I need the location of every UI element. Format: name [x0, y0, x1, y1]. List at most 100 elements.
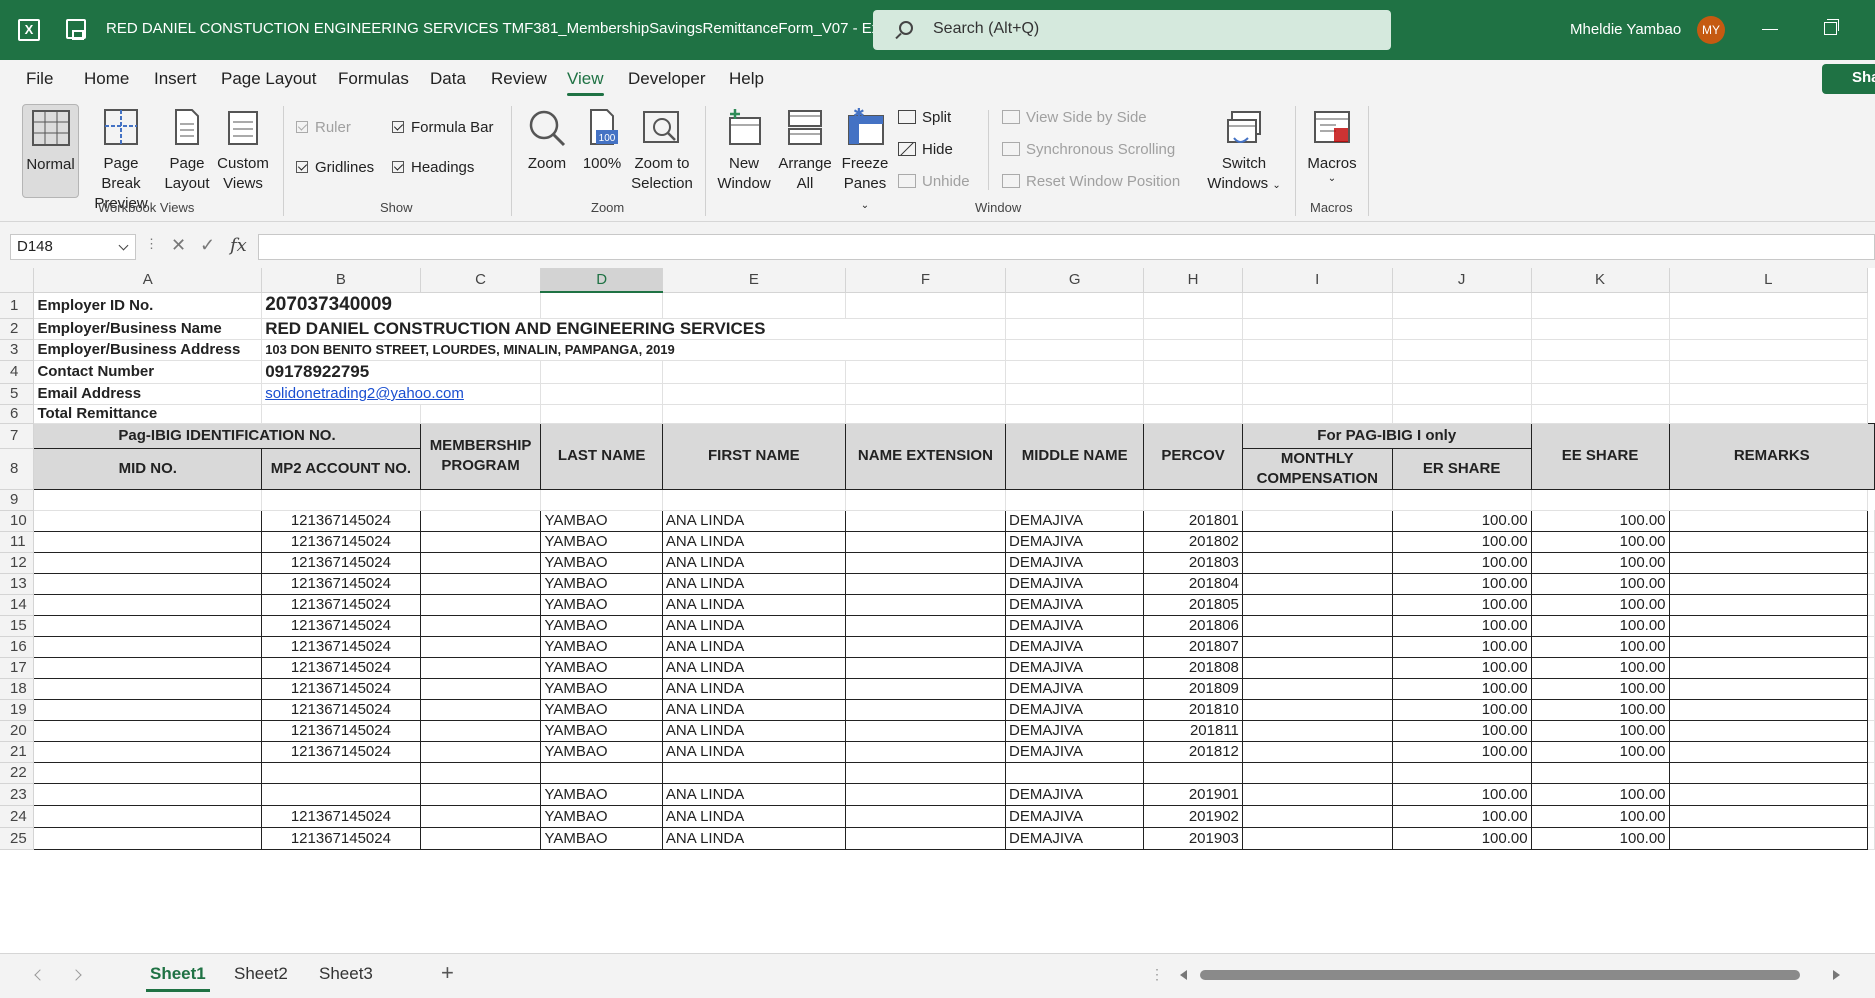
membership-cell[interactable] [420, 805, 542, 828]
name-extension-cell[interactable] [845, 636, 1007, 658]
headings-checkbox[interactable]: Headings [392, 159, 474, 176]
last-name-cell[interactable]: YAMBAO [540, 510, 663, 532]
cell[interactable] [1531, 383, 1670, 405]
cell[interactable] [1867, 594, 1875, 616]
er-share-cell[interactable]: 100.00 [1392, 552, 1532, 574]
column-header-f[interactable]: F [845, 268, 1007, 293]
cell[interactable] [1669, 339, 1869, 361]
cell[interactable] [845, 489, 1007, 511]
cell[interactable] [1392, 404, 1532, 424]
contact-value[interactable]: 09178922795 [261, 360, 542, 384]
ee-share-cell[interactable]: 100.00 [1531, 573, 1670, 595]
first-name-cell[interactable]: ANA LINDA [662, 720, 846, 742]
first-name-cell[interactable]: ANA LINDA [662, 699, 846, 721]
name-extension-cell[interactable] [845, 720, 1007, 742]
cell[interactable] [1005, 360, 1145, 384]
percov-cell[interactable]: 201812 [1143, 741, 1243, 763]
cell[interactable] [1005, 383, 1145, 405]
cell[interactable] [1669, 489, 1869, 511]
percov-cell[interactable]: 201803 [1143, 552, 1243, 574]
enter-check-icon[interactable]: ✓ [200, 235, 215, 256]
mp2-cell[interactable]: 121367145024 [261, 657, 421, 679]
column-header-k[interactable]: K [1531, 268, 1670, 293]
sheet-tab-sheet1[interactable]: Sheet1 [146, 964, 210, 992]
membership-cell[interactable] [420, 762, 542, 784]
column-header-a[interactable]: A [33, 268, 263, 293]
last-name-cell[interactable]: YAMBAO [540, 783, 663, 806]
membership-program-header[interactable]: MEMBERSHIP PROGRAM [419, 422, 542, 490]
pagibig-only-header[interactable]: For PAG-IBIG I only [1241, 422, 1532, 449]
column-header-i[interactable]: I [1242, 268, 1393, 293]
ee-share-cell[interactable]: 100.00 [1531, 531, 1670, 553]
middle-name-cell[interactable]: DEMAJIVA [1005, 783, 1145, 806]
remarks-cell[interactable] [1669, 762, 1869, 784]
name-extension-cell[interactable] [845, 531, 1007, 553]
percov-cell[interactable]: 201808 [1143, 657, 1243, 679]
ee-share-cell[interactable]: 100.00 [1531, 594, 1670, 616]
last-name-cell[interactable]: YAMBAO [540, 573, 663, 595]
mid-cell[interactable] [33, 636, 263, 658]
mp2-cell[interactable]: 121367145024 [261, 615, 421, 637]
first-name-cell[interactable]: ANA LINDA [662, 805, 846, 828]
monthly-comp-cell[interactable] [1242, 741, 1393, 763]
column-header-l[interactable]: L [1669, 268, 1869, 293]
er-share-cell[interactable]: 100.00 [1392, 657, 1532, 679]
tab-developer[interactable]: Developer [628, 69, 706, 89]
cell[interactable] [1143, 318, 1243, 340]
save-icon[interactable] [66, 19, 86, 40]
mid-cell[interactable] [33, 510, 263, 532]
tab-page-layout[interactable]: Page Layout [221, 69, 316, 89]
hide-button[interactable]: Hide [898, 141, 953, 158]
remarks-header[interactable]: REMARKS [1668, 422, 1875, 490]
ee-share-cell[interactable]: 100.00 [1531, 699, 1670, 721]
middle-name-cell[interactable]: DEMAJIVA [1005, 699, 1145, 721]
zoom-button[interactable]: Zoom [524, 104, 570, 174]
mid-cell[interactable] [33, 573, 263, 595]
row-header[interactable]: 11 [0, 531, 35, 553]
remarks-cell[interactable] [1669, 594, 1869, 616]
employer-id-label[interactable]: Employer ID No. [33, 292, 263, 319]
select-all-corner[interactable] [0, 268, 35, 293]
mid-cell[interactable] [33, 615, 263, 637]
ee-share-cell[interactable]: 100.00 [1531, 636, 1670, 658]
ee-share-cell[interactable]: 100.00 [1531, 827, 1670, 850]
address-value[interactable]: 103 DON BENITO STREET, LOURDES, MINALIN,… [261, 339, 1007, 361]
last-name-cell[interactable]: YAMBAO [540, 615, 663, 637]
cell[interactable] [540, 489, 663, 511]
ee-share-cell[interactable]: 100.00 [1531, 805, 1670, 828]
monthly-comp-cell[interactable] [1242, 720, 1393, 742]
middle-name-cell[interactable]: DEMAJIVA [1005, 741, 1145, 763]
first-name-cell[interactable]: ANA LINDA [662, 783, 846, 806]
er-share-cell[interactable]: 100.00 [1392, 827, 1532, 850]
row-header[interactable]: 8 [0, 448, 35, 490]
row-header[interactable]: 10 [0, 510, 35, 532]
remarks-cell[interactable] [1669, 531, 1869, 553]
page-break-preview-button[interactable]: Page Break Preview [84, 104, 158, 214]
cell[interactable] [1392, 489, 1532, 511]
cell[interactable] [1242, 383, 1393, 405]
cell[interactable] [1143, 489, 1243, 511]
middle-name-cell[interactable]: DEMAJIVA [1005, 678, 1145, 700]
monthly-comp-cell[interactable] [1242, 573, 1393, 595]
er-share-cell[interactable]: 100.00 [1392, 741, 1532, 763]
cell[interactable] [1531, 318, 1670, 340]
name-extension-cell[interactable] [845, 573, 1007, 595]
cell[interactable] [1867, 531, 1875, 553]
user-avatar[interactable]: MY [1697, 16, 1725, 44]
cell[interactable] [1867, 762, 1875, 784]
zoom-to-selection-button[interactable]: Zoom to Selection [629, 104, 695, 194]
percov-cell[interactable]: 201805 [1143, 594, 1243, 616]
mp2-cell[interactable]: 121367145024 [261, 573, 421, 595]
row-header[interactable]: 3 [0, 339, 35, 361]
row-header[interactable]: 18 [0, 678, 35, 700]
remarks-cell[interactable] [1669, 699, 1869, 721]
scroll-thumb[interactable] [1200, 970, 1800, 980]
monthly-comp-cell[interactable] [1242, 552, 1393, 574]
percov-cell[interactable]: 201807 [1143, 636, 1243, 658]
row-header[interactable]: 6 [0, 404, 35, 424]
first-name-cell[interactable]: ANA LINDA [662, 594, 846, 616]
first-name-cell[interactable]: ANA LINDA [662, 678, 846, 700]
add-sheet-button[interactable]: + [441, 960, 454, 986]
last-name-cell[interactable]: YAMBAO [540, 531, 663, 553]
name-extension-cell[interactable] [845, 762, 1007, 784]
